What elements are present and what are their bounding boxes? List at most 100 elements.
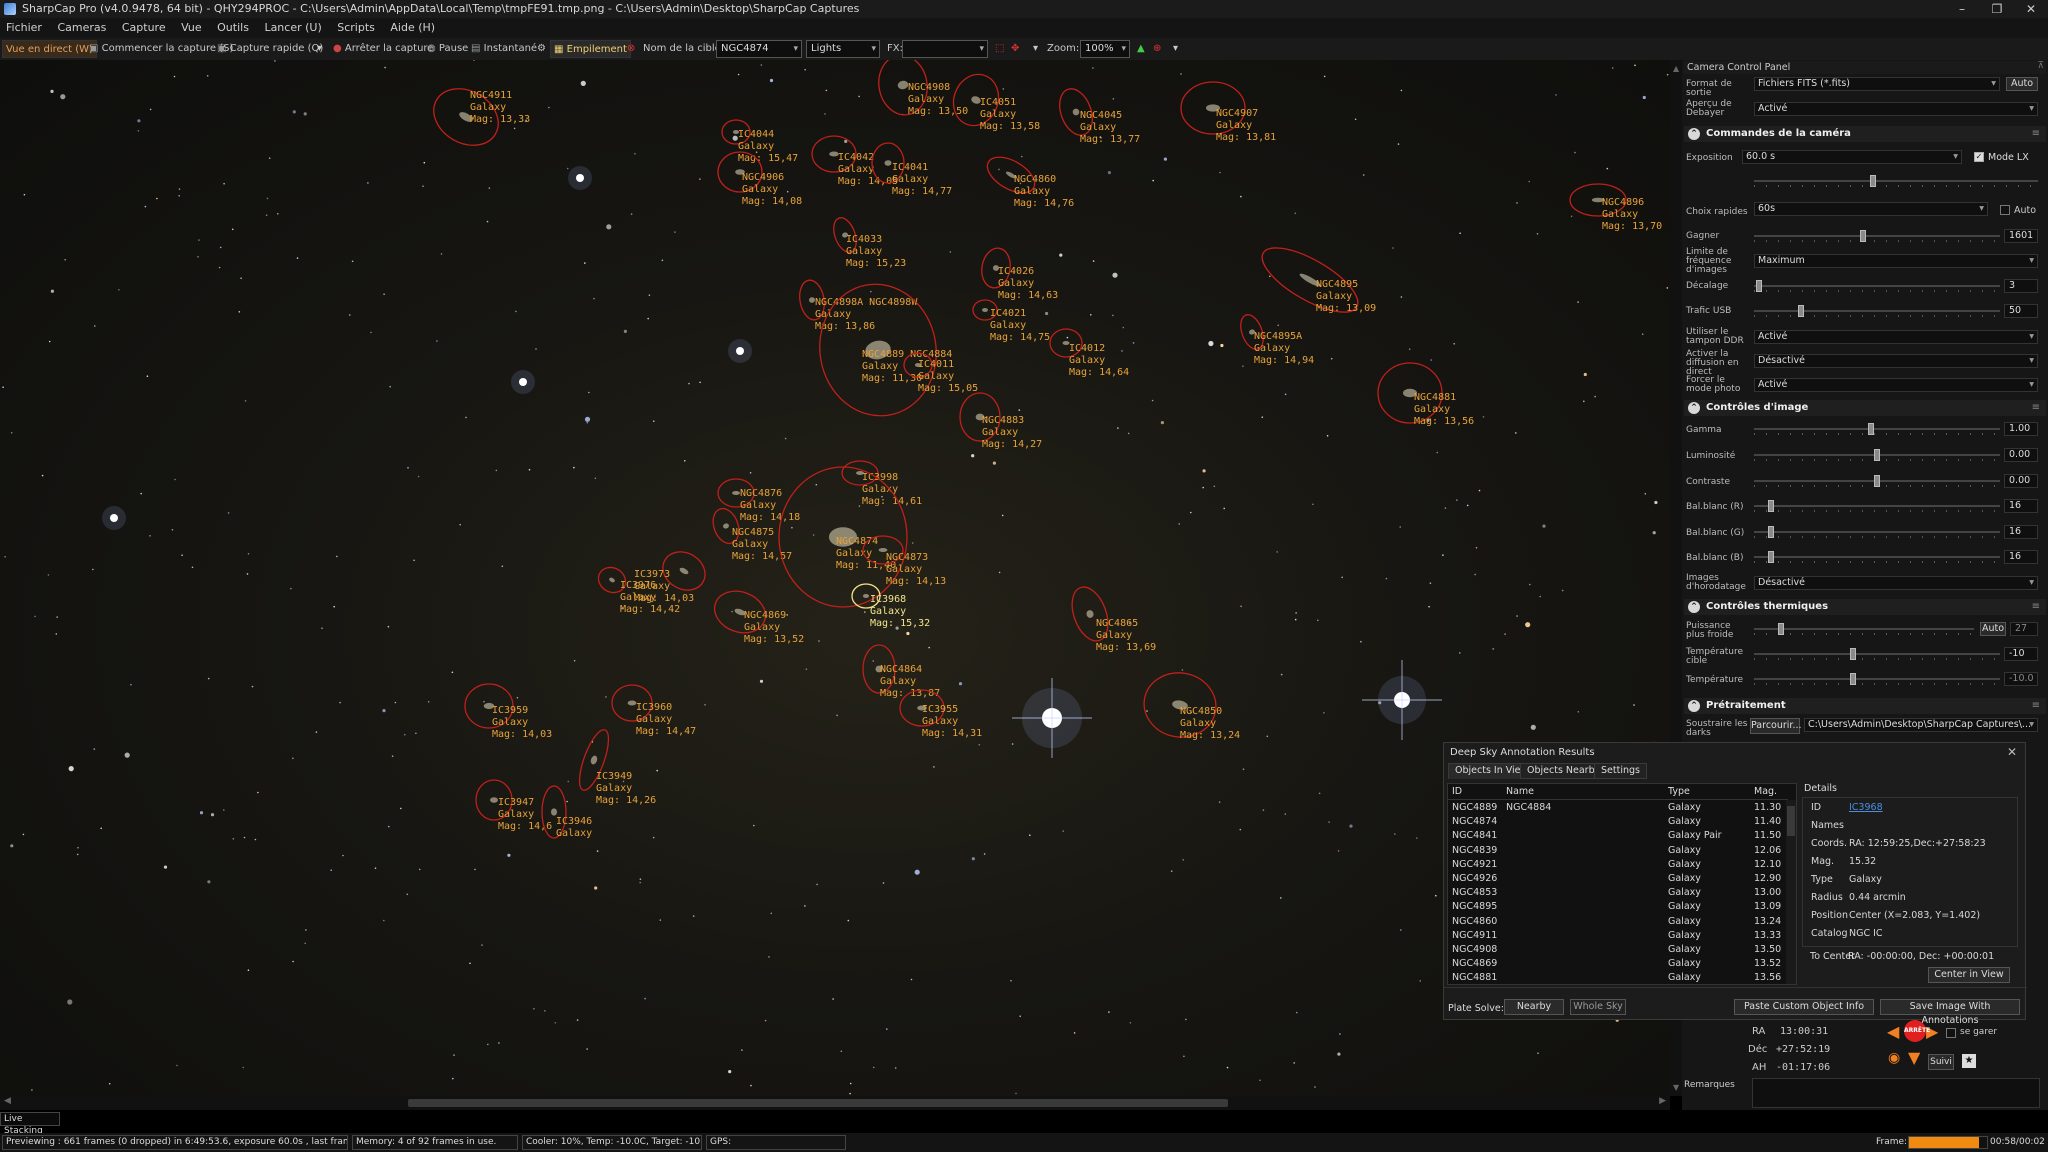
exposure-input[interactable]: 60.0 s [1742,150,1962,164]
sky-annotation[interactable]: NGC4911GalaxyMag: 13,33 [424,77,531,156]
col-name[interactable]: Name [1506,786,1534,797]
collapse-icon[interactable]: ⌃ [1688,128,1700,140]
menu-aide[interactable]: Aide (H) [384,18,441,38]
sky-annotation[interactable]: IC3947GalaxyMag: 14,6 [475,779,552,832]
settings-icon[interactable]: ⚙ [534,40,549,58]
sky-annotation[interactable]: NGC4895GalaxyMag: 13,09 [1253,236,1376,325]
sky-annotation[interactable]: IC4012GalaxyMag: 14,64 [1049,328,1129,378]
table-row[interactable]: NGC4869 Galaxy 13.52 [1448,956,1788,971]
nearby-button[interactable]: Nearby [1504,999,1564,1015]
annotate-icon[interactable]: ⊕ [1150,40,1164,58]
quick-capture-button[interactable]: ▣ Capture rapide (Q) [214,40,326,58]
table-row[interactable]: NGC4881 Galaxy 13.56 [1448,970,1788,985]
framerate-select[interactable]: Maximum [1754,254,2038,268]
park-checkbox[interactable] [1946,1028,1956,1038]
col-type[interactable]: Type [1668,786,1690,797]
gain-slider[interactable] [1754,229,2000,243]
live-stacking-tab[interactable]: Live Stacking [0,1112,60,1136]
menu-icon[interactable]: ≡ [2032,400,2040,416]
table-row[interactable]: NGC4908 Galaxy 13.50 [1448,942,1788,957]
section-preprocessing[interactable]: ⌃ Prétraitement ≡ [1684,698,2046,714]
sky-annotation[interactable]: NGC4907GalaxyMag: 13,81 [1180,81,1276,143]
menu-lancer[interactable]: Lancer (U) [258,18,327,38]
table-row[interactable]: NGC4926 Galaxy 12.90 [1448,871,1788,886]
fx-select[interactable] [902,40,988,58]
wb-green-slider[interactable] [1754,525,2000,539]
table-row[interactable]: NGC4853 Galaxy 13.00 [1448,885,1788,900]
darks-path-select[interactable]: C:\Users\Admin\Desktop\SharpCap Captures… [1804,718,2038,732]
table-row[interactable]: NGC4839 Galaxy 12.06 [1448,843,1788,858]
sky-annotation[interactable]: IC4033GalaxyMag: 15,23 [829,215,906,269]
contrast-value[interactable]: 0.00 [2004,474,2038,488]
horizontal-scroll-thumb[interactable] [408,1099,1228,1107]
table-row[interactable]: NGC4895 Galaxy 13.09 [1448,899,1788,914]
table-row[interactable]: NGC4874 Galaxy 11.40 [1448,814,1788,829]
menu-icon[interactable]: ≡ [2032,698,2040,714]
force-photo-select[interactable]: Activé [1754,378,2038,392]
ddr-select[interactable]: Activé [1754,330,2038,344]
menu-capture[interactable]: Capture [116,18,172,38]
luminosity-value[interactable]: 0.00 [2004,448,2038,462]
col-id[interactable]: ID [1452,786,1462,797]
sky-annotation[interactable]: IC3959GalaxyMag: 14,03 [464,683,552,740]
table-row[interactable]: NGC4889 NGC4884 Galaxy 11.30 [1448,800,1788,815]
record-icon[interactable]: ⊗ [624,40,638,58]
arrow-down-icon[interactable]: ▼ [1908,1048,1920,1067]
sky-annotation[interactable]: NGC4898A NGC4898WGalaxyMag: 13,86 [797,278,919,332]
target-icon[interactable]: ◉ [1888,1050,1900,1066]
sky-annotation[interactable]: NGC4883GalaxyMag: 14,27 [959,392,1042,450]
table-row[interactable]: NGC4860 Galaxy 13.24 [1448,914,1788,929]
sky-annotation[interactable]: IC3949GalaxyMag: 14,26 [574,727,657,806]
reticle-icon[interactable]: ✥ [1008,40,1022,58]
snapshot-button[interactable]: ▤ Instantané [468,40,540,58]
sky-annotation[interactable]: IC4051GalaxyMag: 13,58 [946,68,1040,132]
menu-fichier[interactable]: Fichier [0,18,48,38]
table-row[interactable]: NGC4921 Galaxy 12.10 [1448,857,1788,872]
collapse-icon[interactable]: ⌃ [1688,601,1700,613]
whole-sky-button[interactable]: Whole Sky [1570,999,1626,1015]
luminosity-slider[interactable] [1754,448,2000,462]
target-temp-slider[interactable] [1754,647,2000,661]
stop-mount-button[interactable]: ARRÊTE [1904,1020,1930,1042]
horizontal-scrollbar[interactable]: ◀ ▶ [0,1096,1670,1110]
timestamp-select[interactable]: Désactivé [1754,576,2038,590]
detail-id-link[interactable]: IC3968 [1849,802,1883,813]
remarks-input[interactable] [1752,1078,2040,1108]
sky-annotation[interactable]: NGC4869GalaxyMag: 13,52 [709,584,804,645]
minimize-button[interactable]: – [1945,0,1979,18]
annotate-dropdown[interactable]: ▾ [1170,40,1181,58]
tracking-button[interactable]: Suivi [1928,1054,1954,1070]
menu-cameras[interactable]: Cameras [51,18,112,38]
zoom-select[interactable]: 100% [1080,40,1130,58]
sky-annotation[interactable]: IC4044GalaxyMag: 15,47 [721,119,798,164]
close-button[interactable]: ✕ [2014,0,2048,18]
sky-annotation[interactable]: NGC4860GalaxyMag: 14,76 [981,150,1074,209]
darks-browse-button[interactable]: Parcourir... [1750,718,1802,734]
menu-outils[interactable]: Outils [211,18,255,38]
sky-image-view[interactable]: NGC4911 Galaxy Mag: 13,33 NGC4908 Galaxy Mag:… [0,60,1670,1096]
col-mag[interactable]: Mag. [1754,786,1777,797]
menu-icon[interactable]: ≡ [2032,599,2040,615]
sky-annotation[interactable]: IC4021GalaxyMag: 14,75 [972,299,1050,343]
live-diffusion-select[interactable]: Désactivé [1754,354,2038,368]
menu-vue[interactable]: Vue [175,18,208,38]
table-row[interactable]: NGC4841 Galaxy Pair 11.50 [1448,828,1788,843]
collapse-icon[interactable]: ⌃ [1688,402,1700,414]
tab-settings[interactable]: Settings [1594,763,1647,779]
sky-annotation[interactable]: IC4026GalaxyMag: 14,63 [979,246,1058,301]
frame-type-select[interactable]: Lights [806,40,880,58]
star-icon[interactable]: ★ [1962,1054,1976,1068]
sky-annotation[interactable]: NGC4850GalaxyMag: 13,24 [1139,667,1240,743]
table-scrollbar[interactable] [1786,800,1796,984]
output-auto-button[interactable]: Auto [2006,77,2038,91]
target-temp-value[interactable]: -10 [2004,647,2038,661]
debayer-select[interactable]: Activé [1754,102,2038,116]
gain-value[interactable]: 1601 [2004,229,2038,243]
sky-annotation[interactable]: IC3960GalaxyMag: 14,47 [611,684,696,737]
arrow-left-icon[interactable]: ◀ [1887,1022,1899,1041]
pause-button[interactable]: ◍ Pause [424,40,471,58]
section-image-controls[interactable]: ⌃ Contrôles d'image ≡ [1684,400,2046,416]
section-camera-controls[interactable]: ⌃ Commandes de la caméra ≡ [1684,126,2046,142]
sky-annotation[interactable]: IC3968GalaxyMag: 15,32 [851,583,930,629]
sky-annotation[interactable]: NGC4881GalaxyMag: 13,56 [1377,362,1474,427]
